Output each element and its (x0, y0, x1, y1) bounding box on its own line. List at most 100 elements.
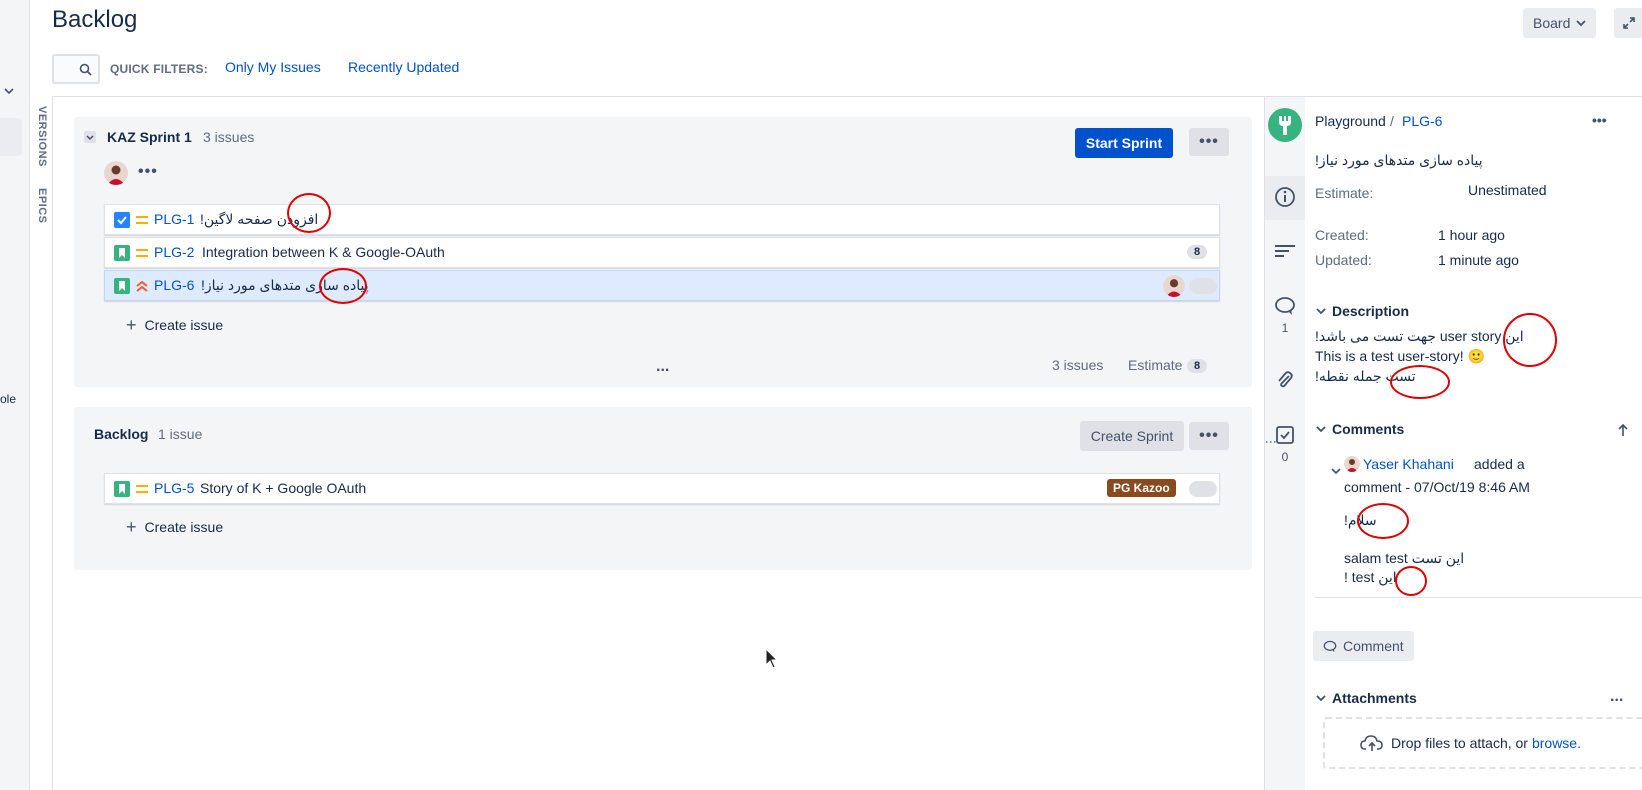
issue-summary: Integration between K & Google-OAuth (202, 244, 445, 260)
issue-key[interactable]: PLG-1 (154, 211, 194, 227)
comment-meta: comment - 07/Oct/19 8:46 AM (1344, 479, 1530, 495)
left-nav-partial-label: ole (0, 392, 17, 406)
estimate-label: Estimate: (1315, 185, 1374, 201)
issue-title[interactable]: پیاده سازی متدهای مورد نیاز! (1315, 152, 1483, 169)
issue-row-plg-6[interactable]: PLG-6 پیاده سازی متدهای مورد نیاز! (104, 270, 1220, 301)
estimate-empty-badge (1189, 278, 1217, 294)
add-comment-button[interactable]: Comment (1313, 631, 1414, 661)
sprint-issue-count: 3 issues (203, 129, 255, 145)
search-icon (79, 63, 92, 76)
comment-icon[interactable] (1265, 296, 1305, 316)
project-link[interactable]: Playground (1315, 113, 1386, 129)
subtasks-count: 0 (1281, 450, 1289, 464)
board-button[interactable]: Board (1523, 8, 1597, 38)
estimate-value[interactable]: Unestimated (1468, 182, 1547, 198)
comments-title: Comments (1332, 421, 1405, 437)
issue-summary: Story of K + Google OAuth (200, 480, 367, 496)
dropzone-text: Drop files to attach, or browse. (1391, 735, 1581, 751)
description-header[interactable]: Description (1316, 303, 1409, 319)
plus-icon: + (126, 315, 137, 335)
comment-action: added a (1474, 456, 1525, 472)
annotation-circle (1395, 566, 1427, 596)
comment-button-label: Comment (1343, 638, 1404, 654)
issue-row-plg-5[interactable]: PLG-5 Story of K + Google OAuth PG Kazoo (104, 473, 1220, 504)
board-button-label: Board (1533, 15, 1571, 31)
sprint-footer-estimate-label: Estimate (1128, 357, 1183, 373)
detail-more-button[interactable]: ••• (1592, 112, 1607, 128)
resize-handle-icon[interactable]: ⋮ (1264, 436, 1278, 448)
priority-highest-icon (135, 278, 149, 294)
updated-label: Updated: (1315, 252, 1372, 268)
attachment-icon[interactable] (1265, 370, 1305, 390)
priority-medium-icon (135, 481, 149, 497)
comment-body-line: salam test این تست (1344, 550, 1465, 566)
issue-key[interactable]: PLG-2 (154, 244, 194, 260)
backlog-issue-count: 1 issue (158, 426, 203, 442)
backlog-more-button[interactable]: ••• (1189, 422, 1229, 450)
chevron-down-icon[interactable] (4, 84, 14, 98)
issue-key[interactable]: PLG-5 (154, 480, 194, 496)
tab-epics[interactable]: EPICS (36, 188, 48, 224)
created-label: Created: (1315, 227, 1369, 243)
issue-key-link[interactable]: PLG-6 (1402, 113, 1442, 129)
filter-recently-updated[interactable]: Recently Updated (348, 59, 459, 75)
comments-count: 1 (1281, 321, 1289, 335)
issue-key[interactable]: PLG-6 (154, 277, 194, 293)
drop-text: Drop files to attach, or (1391, 735, 1528, 751)
avatar[interactable] (104, 161, 128, 185)
content-divider (52, 96, 53, 790)
left-nav-selected-item[interactable] (0, 118, 22, 156)
info-icon[interactable] (1265, 186, 1305, 208)
expand-icon (1623, 17, 1635, 29)
task-checkbox-icon (114, 212, 130, 228)
chevron-down-icon (1316, 695, 1326, 702)
description-line: این user story جهت تست می باشد! (1315, 328, 1524, 344)
plus-icon: + (126, 517, 137, 537)
description-line: This is a test user-story! 🙂 (1315, 348, 1485, 364)
more-assignees-icon[interactable]: ••• (138, 163, 158, 181)
sprint-show-more[interactable]: ... (656, 358, 669, 376)
filter-only-my-issues[interactable]: Only My Issues (225, 59, 321, 75)
attachments-more-button[interactable]: ... (1610, 688, 1623, 706)
comment-body-line: این test ! (1344, 569, 1397, 585)
sprint-name[interactable]: KAZ Sprint 1 (107, 129, 192, 145)
priority-medium-icon (135, 245, 149, 261)
create-sprint-button[interactable]: Create Sprint (1080, 421, 1184, 451)
comment-collapse-icon[interactable] (1331, 462, 1341, 478)
sort-arrow-icon[interactable] (1618, 423, 1628, 440)
epic-lozenge[interactable]: PG Kazoo (1107, 479, 1176, 497)
search-input[interactable] (52, 54, 100, 84)
create-issue-label: Create issue (144, 519, 224, 535)
updated-value: 1 minute ago (1438, 252, 1519, 268)
sprint-more-button[interactable]: ••• (1189, 128, 1229, 156)
tab-versions[interactable]: VERSIONS (36, 106, 48, 167)
comments-header[interactable]: Comments (1316, 421, 1404, 437)
issue-summary: پیاده سازی متدهای مورد نیاز! (201, 277, 369, 293)
story-icon (114, 481, 130, 497)
cloud-upload-icon (1360, 734, 1384, 755)
comment-icon (1323, 640, 1337, 652)
attachments-header[interactable]: Attachments (1316, 690, 1417, 706)
assignee-avatar[interactable] (1163, 275, 1185, 297)
issue-summary: افزودن صفحه لاگین! (200, 211, 319, 227)
details-list-icon[interactable] (1265, 243, 1305, 259)
sprint-footer-issues: 3 issues (1052, 357, 1104, 373)
issue-row-plg-1[interactable]: PLG-1 افزودن صفحه لاگین! (104, 204, 1220, 235)
comment-author-link[interactable]: Yaser Khahani (1363, 456, 1454, 472)
start-sprint-button[interactable]: Start Sprint (1075, 128, 1173, 158)
create-issue-button[interactable]: + Create issue (126, 518, 223, 536)
chevron-down-icon (1316, 308, 1326, 315)
story-icon (114, 245, 130, 261)
story-icon (114, 278, 130, 294)
comments-divider (1315, 597, 1642, 598)
chevron-down-icon (1316, 426, 1326, 433)
issue-row-plg-2[interactable]: PLG-2 Integration between K & Google-OAu… (104, 237, 1220, 268)
create-issue-button[interactable]: + Create issue (126, 316, 223, 334)
project-avatar-icon[interactable] (1268, 108, 1302, 145)
description-line: تست جمله نقطه! (1315, 368, 1416, 384)
create-issue-label: Create issue (144, 317, 224, 333)
sprint-collapse-toggle[interactable] (84, 130, 96, 146)
browse-link[interactable]: browse. (1532, 735, 1581, 751)
expand-button[interactable] (1614, 8, 1642, 38)
chevron-down-icon (84, 131, 96, 143)
